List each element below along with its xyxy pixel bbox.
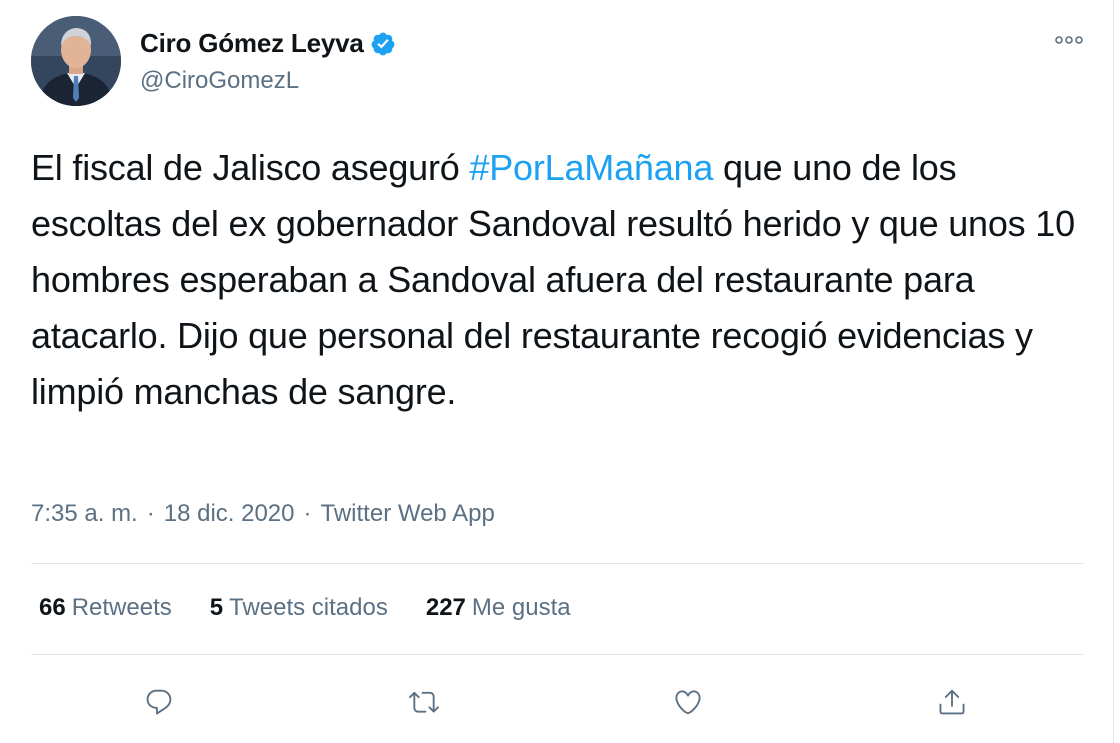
reply-button[interactable] (139, 682, 179, 722)
avatar-image (31, 16, 121, 106)
retweet-icon (409, 691, 439, 713)
hashtag-link[interactable]: #PorLaMañana (469, 147, 713, 188)
retweet-button[interactable] (404, 682, 444, 722)
avatar[interactable] (31, 16, 121, 106)
divider (31, 654, 1084, 655)
share-icon (939, 689, 965, 715)
tweet-card: Ciro Gómez Leyva @CiroGomezL El fiscal d… (0, 0, 1114, 743)
action-bar (0, 682, 1114, 722)
retweets-stat[interactable]: 66 Retweets (39, 594, 172, 622)
more-options-icon[interactable] (1053, 30, 1085, 50)
likes-label: Me gusta (471, 594, 571, 621)
tweet-stats: 66 Retweets 5 Tweets citados 227 Me gusta (39, 594, 609, 622)
divider (31, 563, 1084, 564)
reply-icon (146, 689, 172, 715)
author-handle[interactable]: @CiroGomezL (140, 67, 299, 95)
tweet-meta: 7:35 a. m. · 18 dic. 2020 · Twitter Web App (31, 500, 495, 528)
quotes-label: Tweets citados (229, 594, 388, 621)
tweet-source[interactable]: Twitter Web App (321, 500, 495, 528)
share-button[interactable] (932, 682, 972, 722)
quotes-stat[interactable]: 5 Tweets citados (210, 594, 388, 622)
like-button[interactable] (668, 682, 708, 722)
tweet-time[interactable]: 7:35 a. m. (31, 500, 138, 528)
verified-badge-icon (371, 32, 395, 55)
like-icon (675, 690, 701, 715)
author-name[interactable]: Ciro Gómez Leyva (140, 28, 396, 59)
likes-count: 227 (425, 594, 466, 621)
quotes-count: 5 (209, 594, 224, 621)
likes-stat[interactable]: 227 Me gusta (426, 594, 571, 622)
meta-separator: · (146, 500, 155, 527)
meta-separator: · (303, 500, 312, 527)
tweet-text: El fiscal de Jalisco aseguró #PorLaMañan… (31, 140, 1091, 420)
retweets-count: 66 (39, 594, 66, 621)
retweets-label: Retweets (71, 594, 172, 621)
tweet-date[interactable]: 18 dic. 2020 (164, 500, 295, 528)
author-name-text[interactable]: Ciro Gómez Leyva (140, 28, 364, 59)
tweet-text-before: El fiscal de Jalisco aseguró (31, 147, 470, 188)
